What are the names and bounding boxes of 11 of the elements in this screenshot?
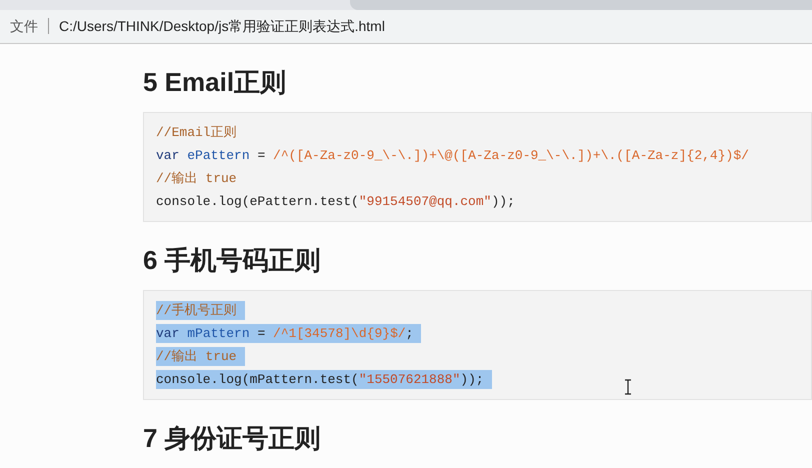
text-cursor-icon [624,379,632,395]
browser-tab[interactable] [350,0,812,10]
section-heading: 7 身份证号正则 [143,422,322,454]
code-line: //输出 true [156,170,238,188]
section-heading: 6 手机号码正则 [143,244,322,276]
section-heading: 5 Email正则 [143,66,288,98]
url-text[interactable]: C:/Users/THINK/Desktop/js常用验证正则表达式.html [59,16,385,37]
code-line: //Email正则 [156,124,238,142]
scheme-label: 文件 [10,16,38,36]
code-line: var ePattern = /^([A-Za-z0-9_\-\.])+\@([A-Za-z0-9_\-\.])+\.([A-Za-z]{2,4})$/ [156,147,750,165]
code-line: console.log(ePattern.test("99154507@qq.com")); [156,193,516,211]
